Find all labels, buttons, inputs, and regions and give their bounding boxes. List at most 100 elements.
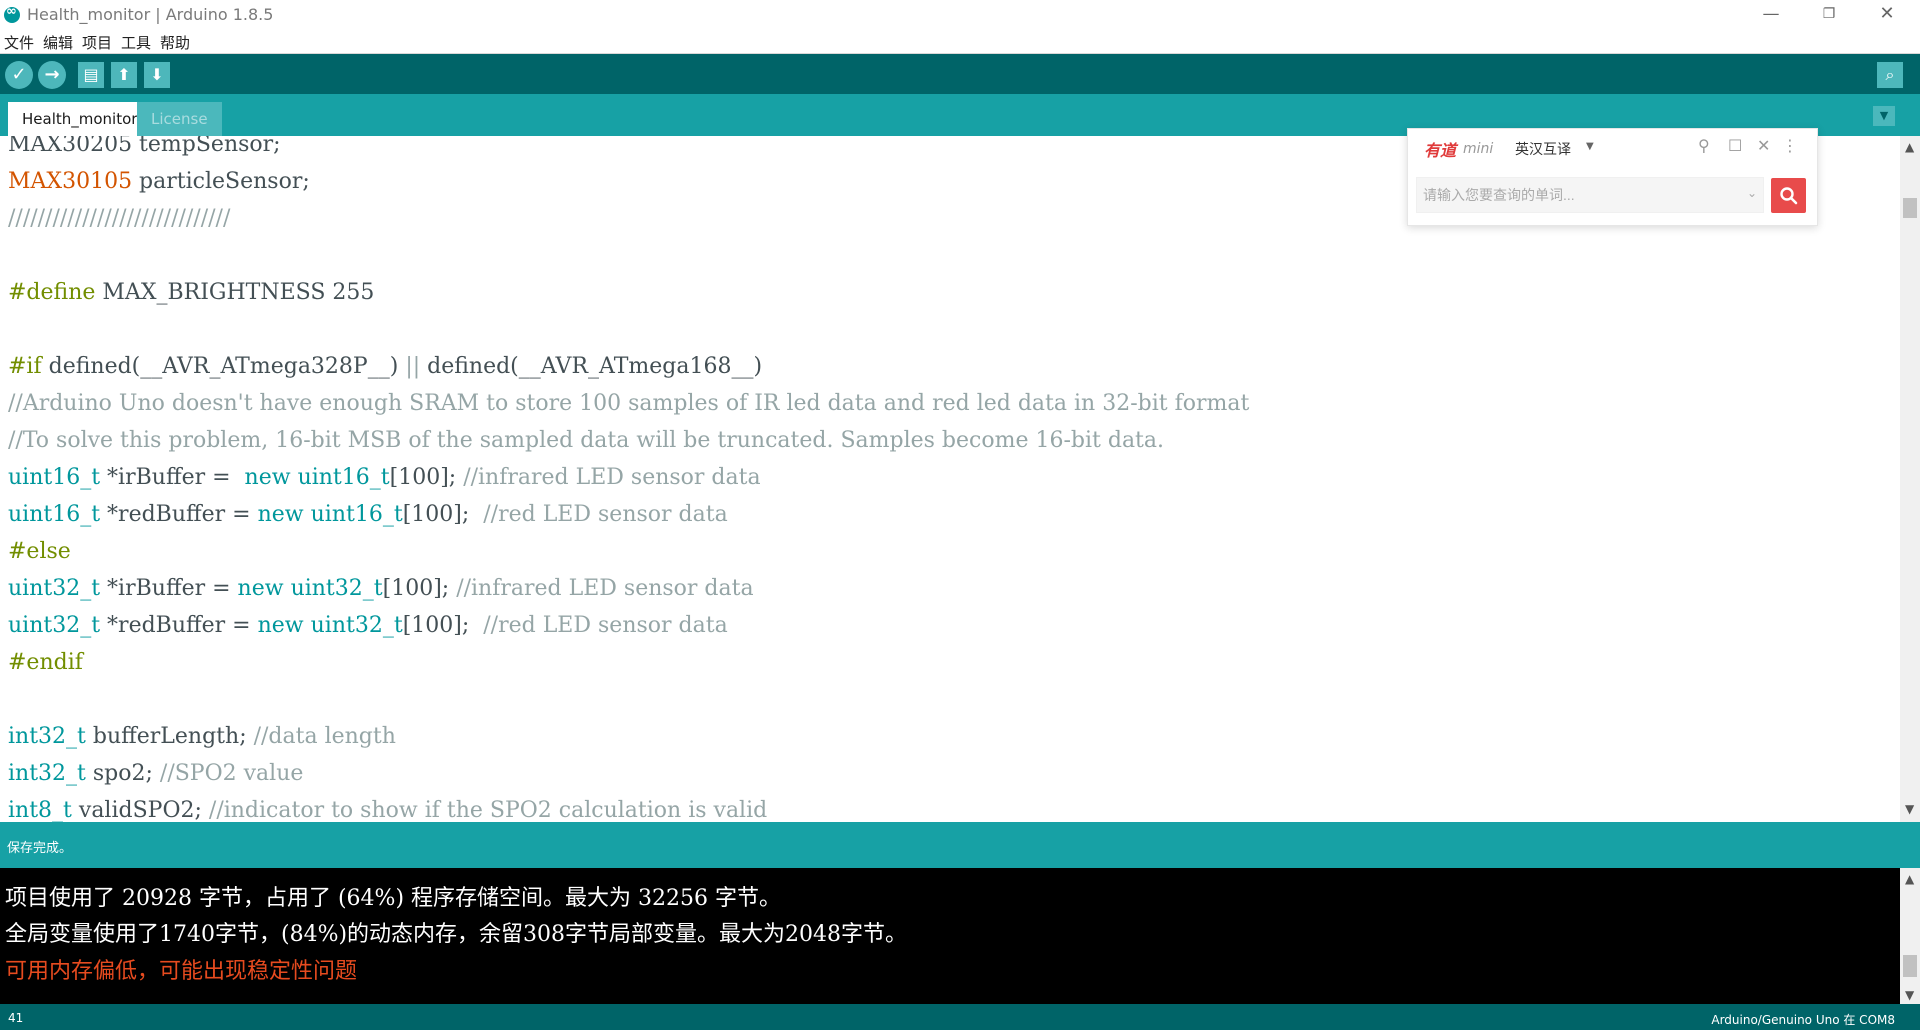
code-line: uint16_t *irBuffer = new uint16_t[100]; … <box>8 459 761 496</box>
code-token: uint16_t <box>8 465 101 490</box>
arrow-right-icon: → <box>44 64 60 85</box>
code-line: //Arduino Uno doesn't have enough SRAM t… <box>8 385 1249 422</box>
code-line: uint16_t *redBuffer = new uint16_t[100];… <box>8 496 728 533</box>
code-token: uint32_t <box>8 576 101 601</box>
code-token: validSPO2; <box>71 798 209 822</box>
code-token: [100]; <box>402 613 484 638</box>
youdao-logo: 有道 <box>1424 141 1457 160</box>
menu-help[interactable]: 帮助 <box>160 32 190 53</box>
code-token: //infrared LED sensor data <box>456 576 754 601</box>
save-sketch-button[interactable]: ⬇ <box>144 62 170 88</box>
caret-down-icon[interactable]: ▼ <box>1586 141 1594 152</box>
code-token: bufferLength; <box>85 724 254 749</box>
code-token: *redBuffer = <box>100 502 258 527</box>
serial-monitor-button[interactable]: ⌕ <box>1877 62 1903 88</box>
code-token: new <box>237 576 284 601</box>
code-token: //To solve this problem, 16-bit MSB of t… <box>8 428 1165 453</box>
search-icon <box>1780 187 1798 205</box>
code-line: int8_t validSPO2; //indicator to show if… <box>8 792 767 822</box>
arrow-up-icon: ⬆ <box>117 65 131 84</box>
menu-edit[interactable]: 编辑 <box>43 32 73 53</box>
code-token: #else <box>8 539 71 564</box>
status-message: 保存完成。 <box>7 841 73 856</box>
console-line: 可用内存偏低，可能出现稳定性问题 <box>5 959 358 984</box>
tab-license[interactable]: License <box>137 102 222 136</box>
code-token: MAX30105 <box>8 169 133 194</box>
chevron-down-icon: ▼ <box>1879 109 1889 122</box>
close-icon[interactable]: ✕ <box>1757 136 1770 155</box>
menu-sketch[interactable]: 项目 <box>82 32 112 53</box>
code-token: uint16_t <box>310 502 403 527</box>
code-token: //Arduino Uno doesn't have enough SRAM t… <box>8 391 1250 416</box>
editor-scrollbar[interactable] <box>1900 136 1920 822</box>
code-token: MAX30205 tempSensor; <box>8 136 281 157</box>
bottom-status-bar: 41 Arduino/Genuino Uno 在 COM8 <box>0 1004 1920 1030</box>
code-line: #define MAX_BRIGHTNESS 255 <box>8 274 374 311</box>
code-line: int32_t spo2; //SPO2 value <box>8 755 303 792</box>
code-line: MAX30205 tempSensor; <box>8 136 281 163</box>
restore-button[interactable]: ❐ <box>1800 0 1858 30</box>
code-token: #endif <box>8 650 83 675</box>
console-line: 项目使用了 20928 字节，占用了 (64%) 程序存储空间。最大为 3225… <box>5 886 781 911</box>
code-line: uint32_t *redBuffer = new uint32_t[100];… <box>8 607 728 644</box>
minimize-button[interactable]: — <box>1742 0 1800 30</box>
code-token: //red LED sensor data <box>483 502 728 527</box>
more-icon[interactable]: ⋮ <box>1782 136 1798 155</box>
code-token: *redBuffer = <box>100 613 258 638</box>
youdao-mini-label: mini <box>1463 141 1494 157</box>
translator-search-button[interactable] <box>1771 178 1806 213</box>
code-token: uint32_t <box>290 576 383 601</box>
scroll-down-icon[interactable]: ▼ <box>1905 988 1914 1002</box>
code-token: *irBuffer = <box>100 465 245 490</box>
chevron-down-icon[interactable]: ⌄ <box>1747 186 1757 200</box>
code-token: uint32_t <box>8 613 101 638</box>
code-token: [100]; <box>382 576 457 601</box>
console-scrollbar[interactable] <box>1900 868 1920 1004</box>
close-window-button[interactable]: ✕ <box>1858 0 1916 30</box>
code-token: uint32_t <box>310 613 403 638</box>
menu-file[interactable]: 文件 <box>4 32 34 53</box>
code-line: int32_t bufferLength; //data length <box>8 718 396 755</box>
verify-button[interactable]: ✓ <box>5 61 33 89</box>
scroll-up-icon[interactable]: ▲ <box>1905 872 1914 886</box>
language-select[interactable]: 英汉互译 <box>1515 139 1571 159</box>
line-number: 41 <box>8 1011 24 1025</box>
code-line: ////////////////////////////// <box>8 200 230 237</box>
console-line: 全局变量使用了1740字节，(84%)的动态内存，余留308字节局部变量。最大为… <box>5 922 908 947</box>
scroll-up-icon[interactable]: ▲ <box>1905 140 1914 154</box>
code-editor[interactable]: MAX30205 tempSensor; MAX30105 particleSen… <box>0 136 1900 822</box>
code-token: new <box>257 613 304 638</box>
board-port-info: Arduino/Genuino Uno 在 COM8 <box>1711 1013 1895 1027</box>
console-output[interactable]: 项目使用了 20928 字节，占用了 (64%) 程序存储空间。最大为 3225… <box>0 868 1900 1004</box>
window-title: Health_monitor | Arduino 1.8.5 <box>27 5 274 24</box>
tab-health-monitor[interactable]: Health_monitor <box>8 102 152 136</box>
upload-button[interactable]: → <box>38 61 66 89</box>
code-token: //red LED sensor data <box>483 613 728 638</box>
code-token: uint16_t <box>297 465 390 490</box>
code-token: [100]; <box>402 502 484 527</box>
translator-search-input[interactable] <box>1423 185 1723 205</box>
code-token: ////////////////////////////// <box>8 206 231 231</box>
pin-icon[interactable]: ⚲ <box>1698 136 1710 155</box>
code-line: MAX30105 particleSensor; <box>8 163 310 200</box>
new-sketch-button[interactable]: ▤ <box>78 62 104 88</box>
code-token: int8_t <box>8 798 72 822</box>
scroll-down-icon[interactable]: ▼ <box>1905 802 1914 816</box>
translator-input-box: ⌄ <box>1416 177 1764 213</box>
maximize-icon[interactable]: ☐ <box>1728 136 1742 155</box>
code-line: uint32_t *irBuffer = new uint32_t[100]; … <box>8 570 754 607</box>
magnifier-icon: ⌕ <box>1885 65 1895 84</box>
editor-scroll-thumb[interactable] <box>1903 198 1917 218</box>
code-token: uint16_t <box>8 502 101 527</box>
menu-tools[interactable]: 工具 <box>121 32 151 53</box>
toolbar: ✓ → ▤ ⬆ ⬇ ⌕ <box>0 54 1920 94</box>
open-sketch-button[interactable]: ⬆ <box>111 62 137 88</box>
console-scroll-thumb[interactable] <box>1903 955 1917 977</box>
arrow-down-icon: ⬇ <box>150 65 164 84</box>
code-token: #if <box>8 354 42 379</box>
code-line: //To solve this problem, 16-bit MSB of t… <box>8 422 1164 459</box>
tab-menu-button[interactable]: ▼ <box>1873 106 1895 126</box>
